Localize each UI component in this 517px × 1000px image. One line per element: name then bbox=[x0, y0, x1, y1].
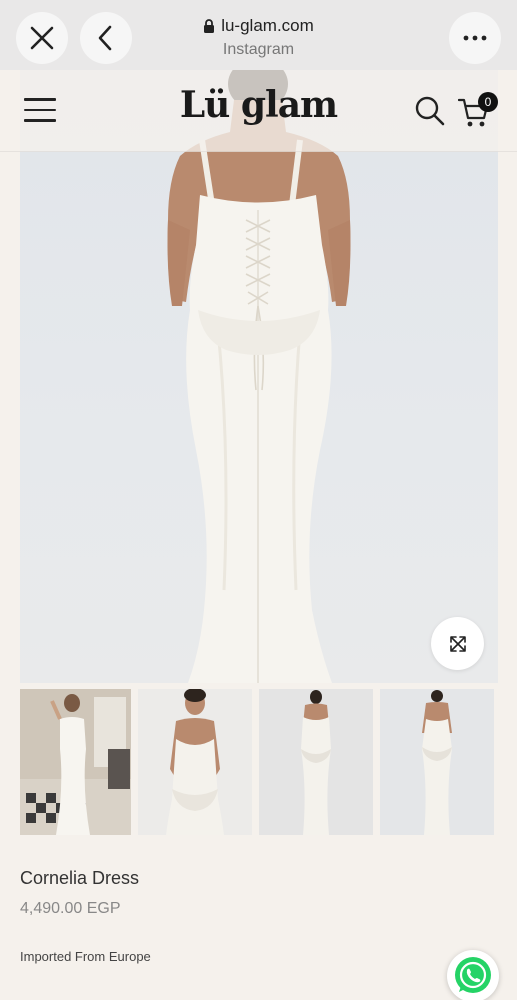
dress-front-full bbox=[301, 690, 331, 835]
main-product-image[interactable] bbox=[20, 70, 498, 683]
dress-lifestyle-photo bbox=[20, 689, 131, 835]
more-button[interactable] bbox=[449, 12, 501, 64]
whatsapp-icon bbox=[455, 957, 491, 993]
lock-icon bbox=[204, 18, 215, 33]
product-title: Cornelia Dress bbox=[20, 868, 140, 888]
search-icon bbox=[415, 96, 445, 126]
more-horizontal-icon bbox=[463, 35, 487, 41]
product-origin-note: Imported From Europe bbox=[20, 949, 151, 964]
thumbnail-2[interactable] bbox=[138, 689, 252, 835]
cart-button[interactable]: 0 bbox=[458, 92, 498, 130]
dress-back-view bbox=[167, 70, 351, 683]
thumbnail-1[interactable] bbox=[20, 689, 131, 835]
thumbnail-4[interactable] bbox=[380, 689, 494, 835]
dress-back-full bbox=[422, 690, 452, 835]
cart-count-badge: 0 bbox=[478, 92, 498, 112]
expand-icon bbox=[449, 635, 466, 652]
browser-bar: lu-glam.com Instagram bbox=[0, 0, 517, 70]
zoom-button[interactable] bbox=[431, 617, 484, 670]
url-source: Instagram bbox=[222, 40, 295, 58]
url-area[interactable]: lu-glam.com Instagram bbox=[0, 16, 517, 59]
site-header: Lü glam 0 bbox=[0, 70, 517, 152]
thumbnail-3[interactable] bbox=[259, 689, 373, 835]
whatsapp-button[interactable] bbox=[447, 950, 499, 1000]
url-text: lu-glam.com bbox=[221, 16, 314, 35]
dress-front-closeup bbox=[166, 689, 224, 835]
search-button[interactable] bbox=[413, 94, 447, 128]
product-price: 4,490.00 EGP bbox=[20, 900, 121, 917]
thumbnail-strip bbox=[20, 689, 498, 835]
